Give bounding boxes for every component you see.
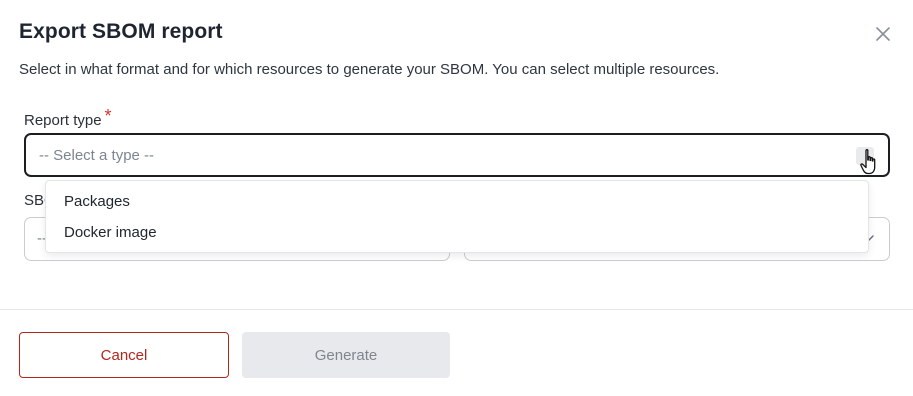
dialog-title: Export SBOM report xyxy=(19,20,223,43)
footer-divider xyxy=(0,309,913,310)
required-marker: * xyxy=(104,106,112,126)
report-type-dropdown-menu: Packages Docker image xyxy=(45,180,869,253)
option-packages[interactable]: Packages xyxy=(46,187,868,217)
option-docker-image[interactable]: Docker image xyxy=(46,218,868,248)
report-type-label-text: Report type xyxy=(24,112,102,129)
export-sbom-dialog: Export SBOM report Select in what format… xyxy=(0,0,913,396)
close-icon[interactable] xyxy=(874,25,892,43)
report-type-select[interactable]: -- Select a type -- xyxy=(24,133,890,177)
dialog-subtitle: Select in what format and for which reso… xyxy=(19,61,720,78)
generate-button[interactable]: Generate xyxy=(242,332,450,378)
report-type-label: Report type * xyxy=(24,106,112,130)
chevron-down-icon[interactable] xyxy=(856,147,874,165)
report-type-placeholder: -- Select a type -- xyxy=(39,147,155,164)
cancel-button[interactable]: Cancel xyxy=(19,332,229,378)
